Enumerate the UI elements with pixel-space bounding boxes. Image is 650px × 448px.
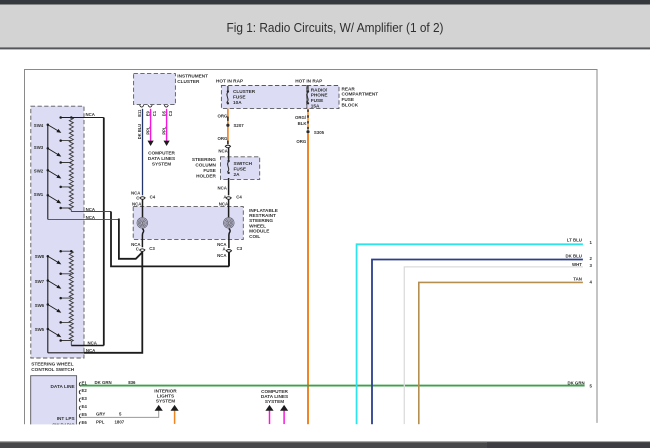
svg-text:C3: C3 <box>168 110 173 116</box>
svg-text:BLOCK: BLOCK <box>342 103 359 108</box>
svg-text:LT BLU: LT BLU <box>567 237 582 242</box>
svg-text:2A: 2A <box>234 172 241 177</box>
svg-text:INSTRUMENT: INSTRUMENT <box>177 74 208 79</box>
svg-text:4: 4 <box>590 279 593 284</box>
svg-text:TAN: TAN <box>573 277 582 282</box>
svg-text:DK BLU: DK BLU <box>565 254 581 259</box>
svg-text:E5: E5 <box>82 412 88 417</box>
svg-text:D5: D5 <box>161 110 166 116</box>
svg-text:DATA LINE: DATA LINE <box>51 384 75 389</box>
svg-text:HOLDER: HOLDER <box>196 174 216 179</box>
svg-text:INT LPS: INT LPS <box>57 416 75 421</box>
svg-text:COMPARTMENT: COMPARTMENT <box>342 92 379 97</box>
svg-text:PHONE: PHONE <box>311 93 328 98</box>
svg-text:CONTROL SWITCH: CONTROL SWITCH <box>31 367 74 372</box>
svg-text:DK GRN: DK GRN <box>567 381 584 386</box>
svg-text:SWITCH: SWITCH <box>234 161 253 166</box>
svg-text:WHT: WHT <box>572 262 582 267</box>
svg-text:5: 5 <box>119 412 122 417</box>
svg-text:FUSE: FUSE <box>233 95 246 100</box>
svg-text:NCA: NCA <box>86 112 96 117</box>
svg-text:10A: 10A <box>233 100 242 105</box>
svg-text:FUSE: FUSE <box>234 167 247 172</box>
svg-text:STEERING: STEERING <box>192 157 216 162</box>
svg-text:1: 1 <box>590 240 593 245</box>
svg-text:E9: E9 <box>145 110 150 116</box>
svg-text:GRY: GRY <box>96 412 105 417</box>
svg-text:C1: C1 <box>152 110 157 116</box>
svg-text:836: 836 <box>128 380 136 385</box>
svg-text:SYSTEM: SYSTEM <box>156 399 175 404</box>
svg-text:ORG: ORG <box>218 113 229 118</box>
svg-text:C: C <box>136 246 140 251</box>
svg-text:E6: E6 <box>82 420 88 425</box>
svg-text:S305: S305 <box>314 130 325 135</box>
svg-text:3: 3 <box>590 263 593 268</box>
svg-text:SW1: SW1 <box>34 192 44 197</box>
svg-text:COMPUTER: COMPUTER <box>148 150 175 155</box>
svg-text:REAR: REAR <box>342 86 356 91</box>
svg-text:BLK: BLK <box>298 121 308 126</box>
svg-text:PPL: PPL <box>96 419 105 424</box>
svg-text:NCA: NCA <box>132 201 142 206</box>
svg-text:CLUSTER: CLUSTER <box>233 89 256 94</box>
svg-text:E11: E11 <box>137 109 142 117</box>
svg-text:PPL: PPL <box>161 126 166 134</box>
svg-text:ORG: ORG <box>296 139 307 144</box>
svg-text:HOT IN RAP: HOT IN RAP <box>295 79 322 84</box>
svg-text:FUSE: FUSE <box>311 98 324 103</box>
svg-text:NCA: NCA <box>218 148 228 153</box>
svg-text:C4: C4 <box>150 194 156 199</box>
svg-text:SYSTEM: SYSTEM <box>265 399 284 404</box>
svg-text:S207: S207 <box>234 123 245 128</box>
svg-text:STEERING WHEEL: STEERING WHEEL <box>31 361 73 366</box>
svg-text:NCA: NCA <box>86 207 96 212</box>
svg-text:DATA LINES: DATA LINES <box>148 156 175 161</box>
svg-text:SW6: SW6 <box>35 303 45 308</box>
svg-text:RADIO/: RADIO/ <box>311 87 328 92</box>
svg-text:NCA: NCA <box>88 341 98 346</box>
svg-text:E2: E2 <box>82 388 88 393</box>
svg-text:5: 5 <box>590 384 593 389</box>
svg-text:SW3: SW3 <box>34 145 44 150</box>
svg-text:SYSTEM: SYSTEM <box>152 161 171 166</box>
svg-text:E1: E1 <box>82 380 88 385</box>
svg-text:DK GRN: DK GRN <box>95 380 112 385</box>
svg-text:SW8: SW8 <box>35 254 45 259</box>
svg-text:ORG: ORG <box>218 136 229 141</box>
svg-text:PPL: PPL <box>145 126 150 134</box>
svg-text:DK BLU: DK BLU <box>137 124 142 140</box>
svg-text:SW4: SW4 <box>34 123 44 128</box>
svg-text:ORG/: ORG/ <box>295 115 307 120</box>
svg-text:C3: C3 <box>237 246 243 251</box>
svg-text:NCA: NCA <box>217 253 227 258</box>
svg-text:FUSE: FUSE <box>342 97 355 102</box>
svg-text:NCA: NCA <box>219 201 229 206</box>
svg-text:SW7: SW7 <box>35 279 45 284</box>
svg-text:SW2: SW2 <box>34 168 44 173</box>
svg-text:C3: C3 <box>149 246 155 251</box>
svg-text:2: 2 <box>590 256 593 261</box>
svg-text:E4: E4 <box>82 404 88 409</box>
svg-text:FUSE: FUSE <box>203 168 216 173</box>
svg-text:NCA: NCA <box>86 348 96 353</box>
svg-text:NCA: NCA <box>86 215 96 220</box>
svg-text:COLUMN: COLUMN <box>195 163 216 168</box>
svg-text:CLUSTER: CLUSTER <box>177 79 200 84</box>
svg-text:Fig 1: Radio Circuits, W/ Ampl: Fig 1: Radio Circuits, W/ Amplifier (1 o… <box>227 20 444 35</box>
svg-text:SW5: SW5 <box>35 327 45 332</box>
svg-text:E3: E3 <box>82 396 88 401</box>
svg-text:COIL: COIL <box>249 234 260 239</box>
svg-text:1807: 1807 <box>115 419 125 424</box>
svg-text:C4: C4 <box>236 194 242 199</box>
svg-text:HOT IN RAP: HOT IN RAP <box>216 79 243 84</box>
svg-text:NCA: NCA <box>218 186 228 191</box>
svg-text:15A: 15A <box>311 104 320 109</box>
